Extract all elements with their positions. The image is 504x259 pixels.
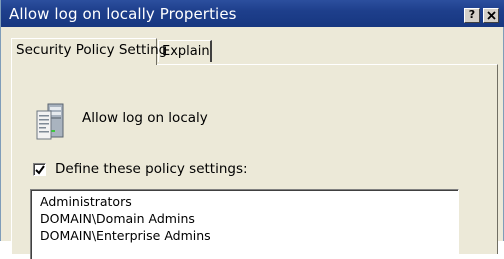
- define-settings-label[interactable]: Define these policy settings:: [55, 161, 248, 177]
- tab-control: Security Policy Setting Explain Allow lo…: [1, 27, 504, 259]
- accounts-listbox[interactable]: Administrators DOMAIN\Domain Admins DOMA…: [30, 189, 459, 259]
- list-item[interactable]: Administrators: [40, 194, 132, 209]
- list-item[interactable]: DOMAIN\Domain Admins: [40, 211, 195, 226]
- policy-name: Allow log on localy: [82, 110, 208, 126]
- define-settings-checkbox[interactable]: [33, 163, 46, 176]
- help-button[interactable]: ?: [464, 8, 480, 23]
- title-bar[interactable]: Allow log on locally Properties ?: [1, 0, 504, 27]
- help-icon: ?: [468, 8, 476, 21]
- window-title: Allow log on locally Properties: [9, 5, 237, 23]
- tab-label: Explain: [162, 44, 210, 59]
- tab-security-policy-setting[interactable]: Security Policy Setting: [11, 38, 167, 65]
- server-policy-icon: [36, 103, 64, 140]
- close-button[interactable]: [483, 8, 499, 23]
- checkmark-icon: [35, 165, 45, 175]
- tab-panel: Allow log on localy Define these policy …: [11, 64, 498, 259]
- tab-label: Security Policy Setting: [16, 42, 168, 58]
- close-icon: [487, 11, 496, 20]
- properties-dialog: Allow log on locally Properties ? Securi…: [0, 0, 504, 259]
